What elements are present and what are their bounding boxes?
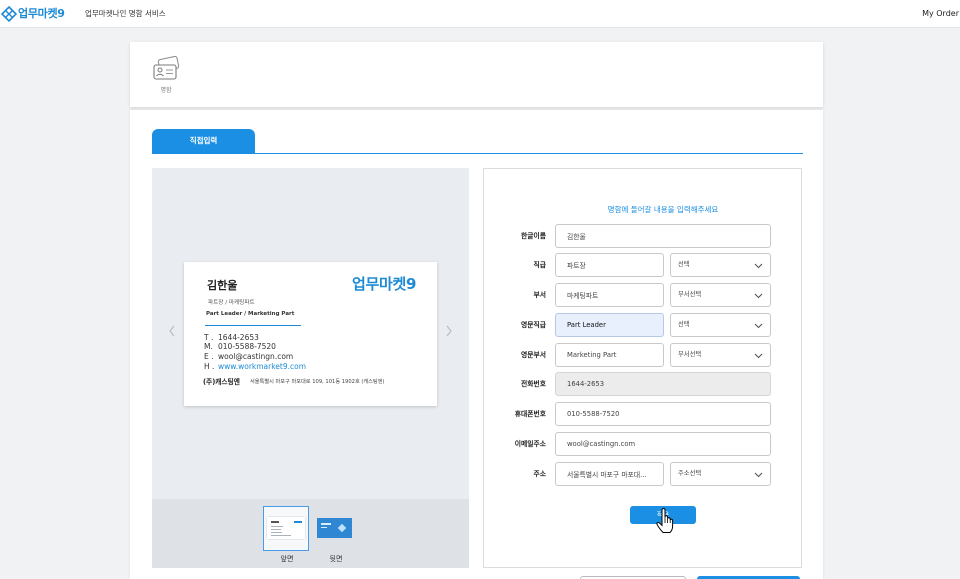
thumbnail-back[interactable] [317,518,352,538]
service-title: 업무마켓나인 명함 서비스 [85,9,166,18]
hand-pointer-icon [656,508,674,533]
english-department-input[interactable] [555,343,664,367]
card-title-english: Part Leader / Marketing Part [206,311,295,317]
email-input[interactable] [555,432,771,456]
mobile-input[interactable] [555,402,771,426]
address-input[interactable] [555,462,664,486]
thumbnail-front-image [267,517,305,539]
top-header: 업무마켓9 업무마켓나인 명함 서비스 My Order [0,0,960,28]
contact-prefix: M. [204,342,213,351]
business-card-icon [153,56,180,80]
thumbnail-back-label: 뒷면 [329,555,343,563]
department-select-value: 부서선택 [678,291,702,298]
position-select-value: 선택 [678,261,690,268]
korean-name-input[interactable] [555,224,771,248]
diamond-logo-icon[interactable] [1,6,17,22]
phone-label: 전화번호 [520,380,546,388]
english-position-select-value: 선택 [678,321,690,328]
contact-value: www.workmarket9.com [218,362,307,371]
card-title-korean: 파트장 / 마케팅파트 [208,300,255,306]
contact-prefix: H . [204,362,215,371]
thumbnail-strip [152,499,469,568]
tab-direct-input[interactable]: 직접입력 [152,129,255,153]
english-department-select[interactable]: 부서선택 [670,343,771,367]
card-divider [205,325,301,326]
department-label: 부서 [533,291,546,299]
form-heading: 명함에 들어갈 내용을 입력해주세요 [607,205,719,214]
tab-underline [152,153,803,154]
chevron-down-icon [754,323,763,329]
product-item-business-card[interactable]: 명함 [150,54,184,98]
contact-prefix: E . [204,352,214,361]
position-label: 직급 [533,261,546,269]
english-position-select[interactable]: 선택 [670,313,771,337]
korean-name-label: 한글이름 [520,232,546,240]
email-label: 이메일주소 [514,440,546,448]
phone-input [555,372,771,396]
product-panel [130,42,823,107]
address-label: 주소 [533,470,546,478]
mobile-label: 휴대폰번호 [514,410,546,418]
chevron-down-icon [754,472,763,478]
chevron-down-icon [754,293,763,299]
english-position-label: 영문직급 [520,321,546,329]
english-department-select-value: 부서선택 [678,351,702,358]
logo-text[interactable]: 업무마켓9 [18,6,65,22]
chevron-down-icon [754,353,763,359]
department-input[interactable] [555,283,664,307]
chevron-down-icon [754,263,763,269]
thumbnail-front-label: 앞면 [280,555,294,563]
card-logo: 업무마켓9 [352,275,417,293]
address-select[interactable]: 주소선택 [670,462,771,486]
chevron-left-icon[interactable] [168,325,176,337]
my-order-link[interactable]: My Order [922,8,959,20]
contact-value: 010-5588-7520 [218,342,276,351]
thumbnail-front[interactable] [263,506,309,551]
position-select[interactable]: 선택 [670,253,771,277]
chevron-right-icon[interactable] [445,325,453,337]
department-select[interactable]: 부서선택 [670,283,771,307]
product-label: 명함 [160,87,172,94]
card-company: (주)캐스팅엔 [203,378,240,386]
card-address: 서울특별시 마포구 마포대로 109, 101동 1902호 (캐스팅엔) [250,379,385,385]
card-name: 김한울 [207,279,238,292]
english-department-label: 영문부서 [520,351,546,359]
business-card-preview: 김한울 업무마켓9 파트장 / 마케팅파트 Part Leader / Mark… [184,262,437,406]
position-input[interactable] [555,253,664,277]
english-position-input[interactable] [555,313,664,337]
address-select-value: 주소선택 [678,470,702,477]
contact-value: wool@castingn.com [218,352,294,361]
